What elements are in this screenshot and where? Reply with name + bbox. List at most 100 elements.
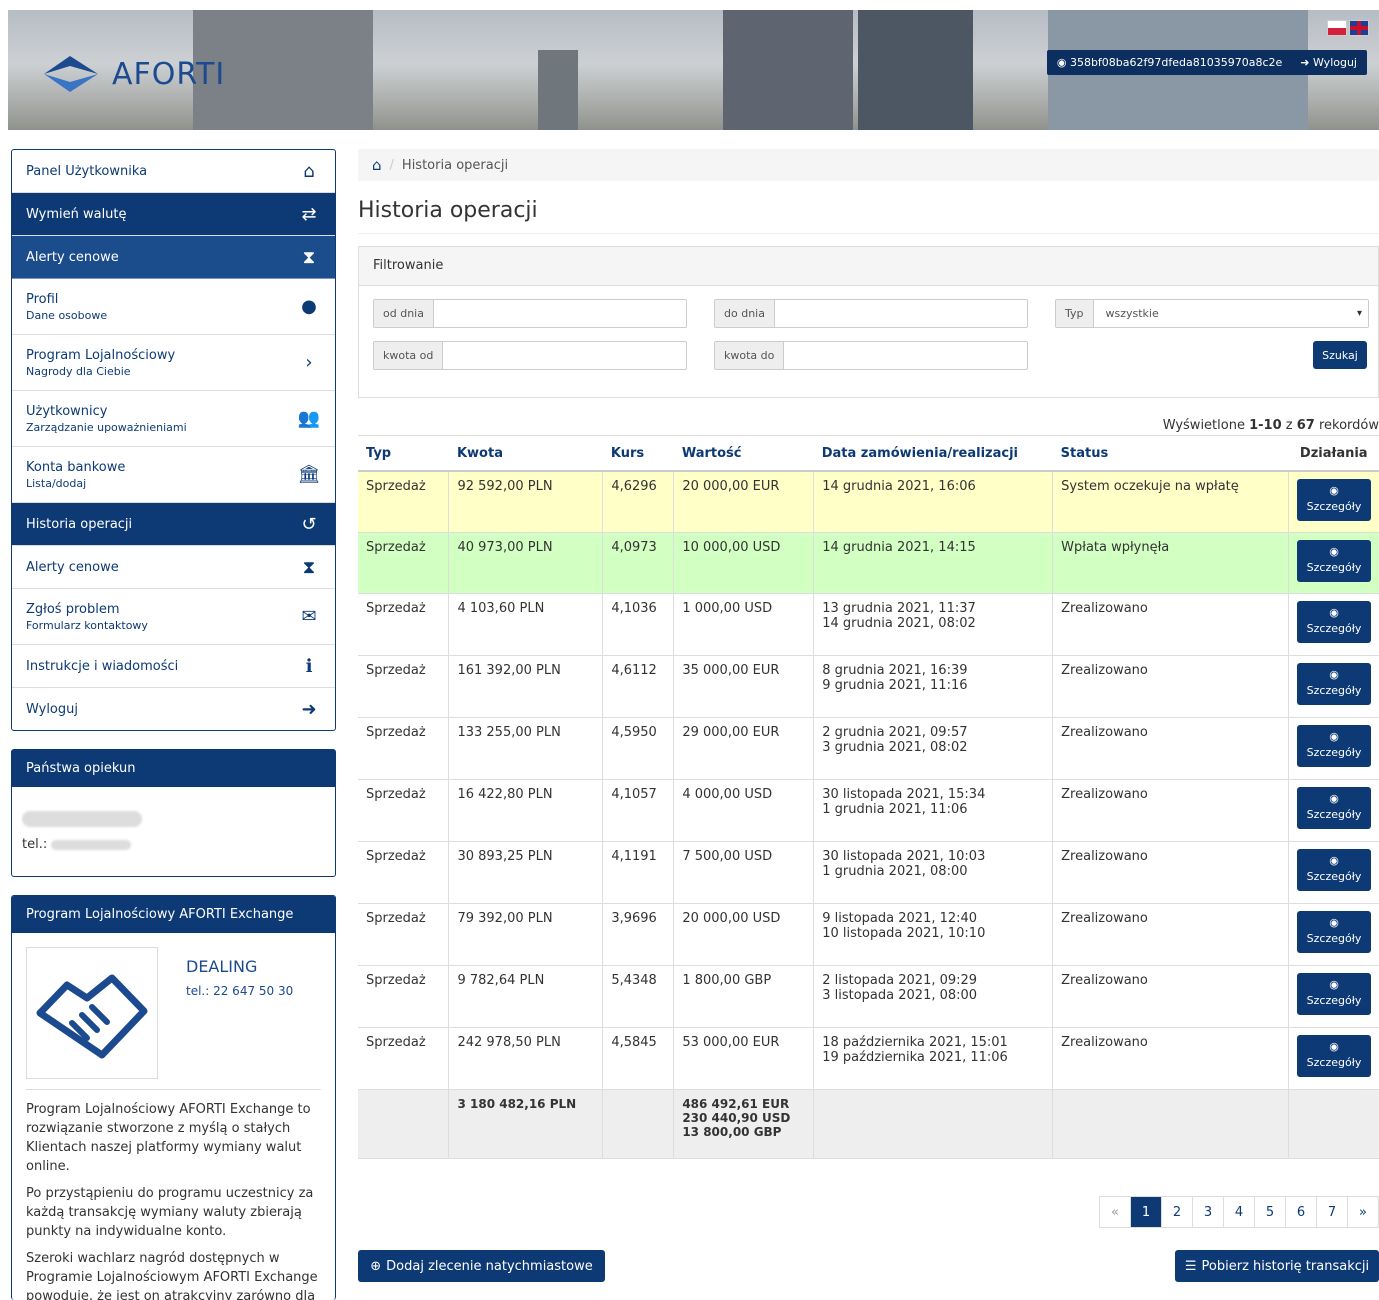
page-title: Historia operacji <box>358 198 1379 234</box>
date-realization: 10 listopada 2021, 10:10 <box>822 926 1044 941</box>
pagination-page-6[interactable]: 6 <box>1285 1196 1317 1228</box>
col-kwota[interactable]: Kwota <box>449 436 603 472</box>
eye-icon: ◉ <box>1329 606 1339 619</box>
cell-status: Zrealizowano <box>1053 904 1289 966</box>
sum-empty <box>814 1090 1053 1159</box>
sidebar-item-7[interactable]: Historia operacji↺ <box>12 503 335 546</box>
cell-kwota: 133 255,00 PLN <box>449 718 603 780</box>
cell-wartosc: 29 000,00 EUR <box>674 718 814 780</box>
details-button[interactable]: ◉Szczegóły <box>1297 479 1371 521</box>
table-row: Sprzedaż9 782,64 PLN5,43481 800,00 GBP2 … <box>358 966 1379 1028</box>
sidebar-item-5[interactable]: UżytkownicyZarządzanie upoważnieniami👥 <box>12 391 335 447</box>
sidebar-item-4[interactable]: Program LojalnościowyNagrody dla Ciebie› <box>12 335 335 391</box>
details-button[interactable]: ◉Szczegóły <box>1297 849 1371 891</box>
pagination-prev[interactable]: « <box>1099 1196 1131 1228</box>
details-button[interactable]: ◉Szczegóły <box>1297 787 1371 829</box>
col-wartosc[interactable]: Wartość <box>674 436 814 472</box>
cell-data: 2 grudnia 2021, 09:573 grudnia 2021, 08:… <box>814 718 1053 780</box>
pagination-page-2[interactable]: 2 <box>1161 1196 1193 1228</box>
user-id-link[interactable]: ◉ 358bf08ba62f97dfeda81035970a8c2e <box>1057 56 1282 69</box>
cell-wartosc: 35 000,00 EUR <box>674 656 814 718</box>
logout-icon: ➜ <box>297 699 321 720</box>
date-order: 14 grudnia 2021, 16:06 <box>822 479 1044 494</box>
details-button[interactable]: ◉Szczegóły <box>1297 725 1371 767</box>
pagination-page-5[interactable]: 5 <box>1254 1196 1286 1228</box>
cell-status: Zrealizowano <box>1053 966 1289 1028</box>
sum-kwota: 3 180 482,16 PLN <box>449 1090 603 1159</box>
cell-actions: ◉Szczegóły <box>1289 718 1379 780</box>
opiekun-box: Państwa opiekun tel.: <box>11 749 336 877</box>
records-prefix: Wyświetlone <box>1163 418 1249 433</box>
home-icon[interactable]: ⌂ <box>372 156 382 174</box>
sidebar-item-label: Panel Użytkownika <box>26 164 147 179</box>
details-button[interactable]: ◉Szczegóły <box>1297 663 1371 705</box>
sidebar-item-8[interactable]: Alerty cenowe⧗ <box>12 546 335 589</box>
details-button[interactable]: ◉Szczegóły <box>1297 973 1371 1015</box>
cell-actions: ◉Szczegóły <box>1289 471 1379 533</box>
details-button[interactable]: ◉Szczegóły <box>1297 1035 1371 1077</box>
details-button[interactable]: ◉Szczegóły <box>1297 540 1371 582</box>
pagination-page-3[interactable]: 3 <box>1192 1196 1224 1228</box>
cell-typ: Sprzedaż <box>358 533 449 594</box>
col-dzialania: Działania <box>1289 436 1379 472</box>
sidebar-item-9[interactable]: Zgłoś problemFormularz kontaktowy✉ <box>12 589 335 645</box>
eye-icon: ◉ <box>1329 545 1339 558</box>
hourglass-icon: ⧗ <box>297 557 321 578</box>
pagination-page-4[interactable]: 4 <box>1223 1196 1255 1228</box>
sidebar-item-10[interactable]: Instrukcje i wiadomościℹ <box>12 645 335 688</box>
loyalty-box: Program Lojalnościowy AFORTI Exchange DE… <box>11 895 336 1300</box>
col-status[interactable]: Status <box>1053 436 1289 472</box>
typ-select[interactable]: Typ wszystkie ▾ <box>1055 299 1369 328</box>
table-row: Sprzedaż92 592,00 PLN4,629620 000,00 EUR… <box>358 471 1379 533</box>
eye-icon: ◉ <box>1329 978 1339 991</box>
dealing-tel[interactable]: tel.: 22 647 50 30 <box>186 984 293 998</box>
sidebar-item-0[interactable]: Panel Użytkownika⌂ <box>12 150 335 193</box>
cell-kurs: 4,6112 <box>603 656 674 718</box>
pagination-page-7[interactable]: 7 <box>1316 1196 1348 1228</box>
details-label: Szczegóły <box>1307 1056 1362 1069</box>
cell-kwota: 242 978,50 PLN <box>449 1028 603 1090</box>
sum-empty <box>603 1090 674 1159</box>
cell-kurs: 4,1036 <box>603 594 674 656</box>
cell-data: 30 listopada 2021, 10:031 grudnia 2021, … <box>814 842 1053 904</box>
flag-gb-icon[interactable] <box>1349 20 1369 36</box>
search-button[interactable]: Szukaj <box>1313 341 1367 369</box>
sidebar-item-3[interactable]: ProfilDane osobowe● <box>12 279 335 335</box>
loyalty-paragraph-1: Program Lojalnościowy AFORTI Exchange to… <box>26 1100 321 1176</box>
do-dnia-label: do dnia <box>715 300 775 327</box>
date-order: 18 października 2021, 15:01 <box>822 1035 1044 1050</box>
table-row: Sprzedaż30 893,25 PLN4,11917 500,00 USD3… <box>358 842 1379 904</box>
loyalty-title: Program Lojalnościowy AFORTI Exchange <box>12 896 335 933</box>
records-total: 67 <box>1297 418 1315 433</box>
header-banner: AFORTI ◉ 358bf08ba62f97dfeda81035970a8c2… <box>8 10 1379 130</box>
cell-status: Zrealizowano <box>1053 780 1289 842</box>
sidebar-item-2[interactable]: Alerty cenowe⧗ <box>12 236 335 279</box>
pagination-next[interactable]: » <box>1347 1196 1379 1228</box>
header-logout-button[interactable]: ➜ Wyloguj <box>1300 56 1357 69</box>
sidebar-item-11[interactable]: Wyloguj➜ <box>12 688 335 730</box>
cell-wartosc: 1 000,00 USD <box>674 594 814 656</box>
add-order-button[interactable]: ⊕ Dodaj zlecenie natychmiastowe <box>358 1250 605 1282</box>
do-dnia-field[interactable]: do dnia <box>714 299 1028 328</box>
col-kurs[interactable]: Kurs <box>603 436 674 472</box>
table-row: Sprzedaż161 392,00 PLN4,611235 000,00 EU… <box>358 656 1379 718</box>
kwota-od-field[interactable]: kwota od <box>373 341 687 370</box>
cell-actions: ◉Szczegóły <box>1289 533 1379 594</box>
aforti-logo[interactable]: AFORTI <box>40 52 225 96</box>
details-button[interactable]: ◉Szczegóły <box>1297 911 1371 953</box>
download-history-button[interactable]: ☰ Pobierz historię transakcji <box>1175 1250 1379 1282</box>
od-dnia-field[interactable]: od dnia <box>373 299 687 328</box>
cell-status: System oczekuje na wpłatę <box>1053 471 1289 533</box>
sidebar-item-1[interactable]: Wymień walutę⇄ <box>12 193 335 236</box>
date-realization: 3 listopada 2021, 08:00 <box>822 988 1044 1003</box>
pagination-page-1[interactable]: 1 <box>1130 1196 1162 1228</box>
col-typ[interactable]: Typ <box>358 436 449 472</box>
details-button[interactable]: ◉Szczegóły <box>1297 601 1371 643</box>
filter-title: Filtrowanie <box>359 247 1378 286</box>
cell-wartosc: 1 800,00 GBP <box>674 966 814 1028</box>
kwota-do-field[interactable]: kwota do <box>714 341 1028 370</box>
records-info: Wyświetlone 1-10 z 67 rekordów <box>1163 418 1379 433</box>
sidebar-item-6[interactable]: Konta bankoweLista/dodaj🏛 <box>12 447 335 503</box>
opiekun-name-redacted <box>22 811 142 827</box>
flag-pl-icon[interactable] <box>1327 20 1347 36</box>
